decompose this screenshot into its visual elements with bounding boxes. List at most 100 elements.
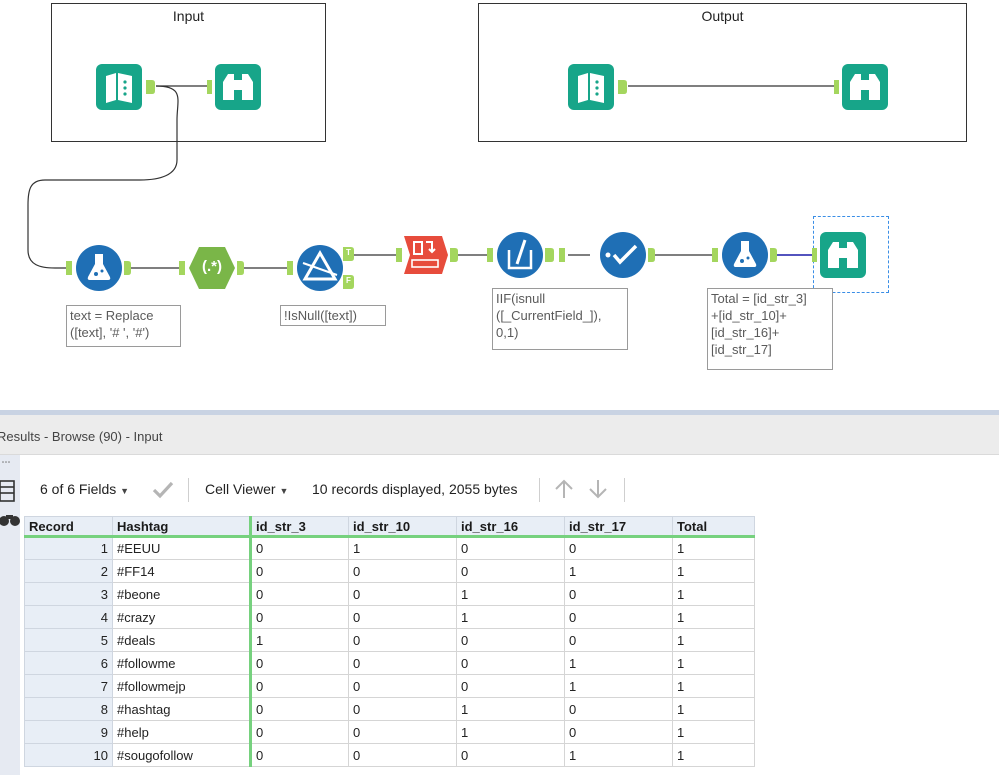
cell-id-str-16[interactable]: 1	[456, 720, 565, 744]
cell-total[interactable]: 1	[672, 559, 755, 583]
browse-tool-input[interactable]	[203, 62, 267, 115]
column-header-record[interactable]: Record	[24, 516, 113, 538]
filter-tool[interactable]: T F	[283, 243, 359, 298]
table-row[interactable]: 3 #beone 0 0 1 0 1	[24, 582, 755, 606]
cell-id-str-16[interactable]: 0	[456, 651, 565, 675]
arrow-up-icon[interactable]	[553, 478, 575, 503]
crosstab-tool[interactable]	[392, 230, 462, 285]
cell-hashtag[interactable]: #FF14	[112, 559, 252, 583]
cell-id-str-16[interactable]: 0	[456, 536, 565, 560]
cell-id-str-10[interactable]: 0	[348, 559, 457, 583]
cell-hashtag[interactable]: #beone	[112, 582, 252, 606]
cell-id-str-17[interactable]: 0	[564, 605, 673, 629]
column-header-id-str-10[interactable]: id_str_10	[348, 516, 457, 538]
cell-id-str-16[interactable]: 0	[456, 559, 565, 583]
cell-id-str-10[interactable]: 0	[348, 697, 457, 721]
cell-total[interactable]: 1	[672, 536, 755, 560]
results-grid[interactable]: Record Hashtag id_str_3 id_str_10 id_str…	[24, 516, 755, 767]
multi-field-formula-tool[interactable]	[483, 230, 571, 285]
table-row[interactable]: 5 #deals 1 0 0 0 1	[24, 628, 755, 652]
cell-record[interactable]: 9	[24, 720, 113, 744]
workflow-canvas[interactable]: Input Output (.*) T F text = Replace ([t…	[0, 0, 999, 410]
cell-id-str-10[interactable]: 0	[348, 605, 457, 629]
column-header-id-str-16[interactable]: id_str_16	[456, 516, 565, 538]
table-row[interactable]: 8 #hashtag 0 0 1 0 1	[24, 697, 755, 721]
cell-record[interactable]: 6	[24, 651, 113, 675]
cell-record[interactable]: 5	[24, 628, 113, 652]
browse-tool-results[interactable]	[808, 230, 878, 285]
cell-hashtag[interactable]: #crazy	[112, 605, 252, 629]
cell-total[interactable]: 1	[672, 628, 755, 652]
cell-hashtag[interactable]: #EEUU	[112, 536, 252, 560]
cell-id-str-3[interactable]: 0	[250, 697, 349, 721]
cell-id-str-10[interactable]: 0	[348, 628, 457, 652]
input-data-tool-output[interactable]	[564, 62, 628, 115]
input-data-tool[interactable]	[92, 62, 156, 115]
cell-id-str-10[interactable]: 0	[348, 582, 457, 606]
cell-id-str-16[interactable]: 0	[456, 628, 565, 652]
cell-total[interactable]: 1	[672, 651, 755, 675]
cell-id-str-17[interactable]: 0	[564, 582, 673, 606]
cell-total[interactable]: 1	[672, 605, 755, 629]
cell-record[interactable]: 8	[24, 697, 113, 721]
cell-id-str-10[interactable]: 0	[348, 651, 457, 675]
table-row[interactable]: 10 #sougofollow 0 0 0 1 1	[24, 743, 755, 767]
cell-id-str-3[interactable]: 1	[250, 628, 349, 652]
formula-tool-total[interactable]	[708, 230, 778, 285]
arrow-down-icon[interactable]	[587, 478, 609, 503]
cell-id-str-17[interactable]: 1	[564, 559, 673, 583]
cell-record[interactable]: 7	[24, 674, 113, 698]
cell-id-str-3[interactable]: 0	[250, 605, 349, 629]
cell-hashtag[interactable]: #hashtag	[112, 697, 252, 721]
cell-id-str-3[interactable]: 0	[250, 582, 349, 606]
cell-id-str-3[interactable]: 0	[250, 559, 349, 583]
cell-total[interactable]: 1	[672, 674, 755, 698]
cell-id-str-17[interactable]: 1	[564, 674, 673, 698]
cell-id-str-10[interactable]: 1	[348, 536, 457, 560]
cell-id-str-3[interactable]: 0	[250, 720, 349, 744]
cell-record[interactable]: 10	[24, 743, 113, 767]
cell-id-str-3[interactable]: 0	[250, 536, 349, 560]
cell-hashtag[interactable]: #deals	[112, 628, 252, 652]
cell-id-str-3[interactable]: 0	[250, 651, 349, 675]
cell-id-str-16[interactable]: 0	[456, 674, 565, 698]
cell-total[interactable]: 1	[672, 582, 755, 606]
apply-check-icon[interactable]	[152, 479, 174, 502]
cell-total[interactable]: 1	[672, 697, 755, 721]
cell-id-str-3[interactable]: 0	[250, 743, 349, 767]
table-row[interactable]: 6 #followme 0 0 0 1 1	[24, 651, 755, 675]
cell-id-str-3[interactable]: 0	[250, 674, 349, 698]
table-row[interactable]: 7 #followmejp 0 0 0 1 1	[24, 674, 755, 698]
cell-record[interactable]: 2	[24, 559, 113, 583]
cell-id-str-17[interactable]: 0	[564, 628, 673, 652]
cell-total[interactable]: 1	[672, 743, 755, 767]
table-row[interactable]: 1 #EEUU 0 1 0 0 1	[24, 536, 755, 560]
cell-id-str-16[interactable]: 1	[456, 582, 565, 606]
cell-id-str-17[interactable]: 0	[564, 720, 673, 744]
cell-total[interactable]: 1	[672, 720, 755, 744]
fields-selector[interactable]: 6 of 6 Fields ▼	[40, 481, 129, 497]
cell-id-str-10[interactable]: 0	[348, 743, 457, 767]
cell-id-str-17[interactable]: 0	[564, 697, 673, 721]
column-header-id-str-17[interactable]: id_str_17	[564, 516, 673, 538]
formula-tool-replace[interactable]	[62, 243, 132, 298]
column-header-total[interactable]: Total	[672, 516, 755, 538]
select-tool[interactable]	[586, 230, 656, 285]
cell-hashtag[interactable]: #followme	[112, 651, 252, 675]
cell-hashtag[interactable]: #sougofollow	[112, 743, 252, 767]
cell-record[interactable]: 1	[24, 536, 113, 560]
cell-id-str-17[interactable]: 0	[564, 536, 673, 560]
table-row[interactable]: 4 #crazy 0 0 1 0 1	[24, 605, 755, 629]
cell-record[interactable]: 3	[24, 582, 113, 606]
cell-hashtag[interactable]: #followmejp	[112, 674, 252, 698]
column-header-id-str-3[interactable]: id_str_3	[250, 516, 349, 538]
cell-id-str-16[interactable]: 1	[456, 697, 565, 721]
cell-id-str-10[interactable]: 0	[348, 674, 457, 698]
cell-hashtag[interactable]: #help	[112, 720, 252, 744]
cell-id-str-16[interactable]: 1	[456, 605, 565, 629]
cell-viewer-toggle[interactable]: Cell Viewer ▼	[205, 481, 288, 497]
regex-tool[interactable]: (.*)	[175, 243, 245, 298]
cell-id-str-17[interactable]: 1	[564, 651, 673, 675]
filter-true-anchor[interactable]: T	[343, 248, 354, 257]
browse-tool-output[interactable]	[830, 62, 894, 115]
